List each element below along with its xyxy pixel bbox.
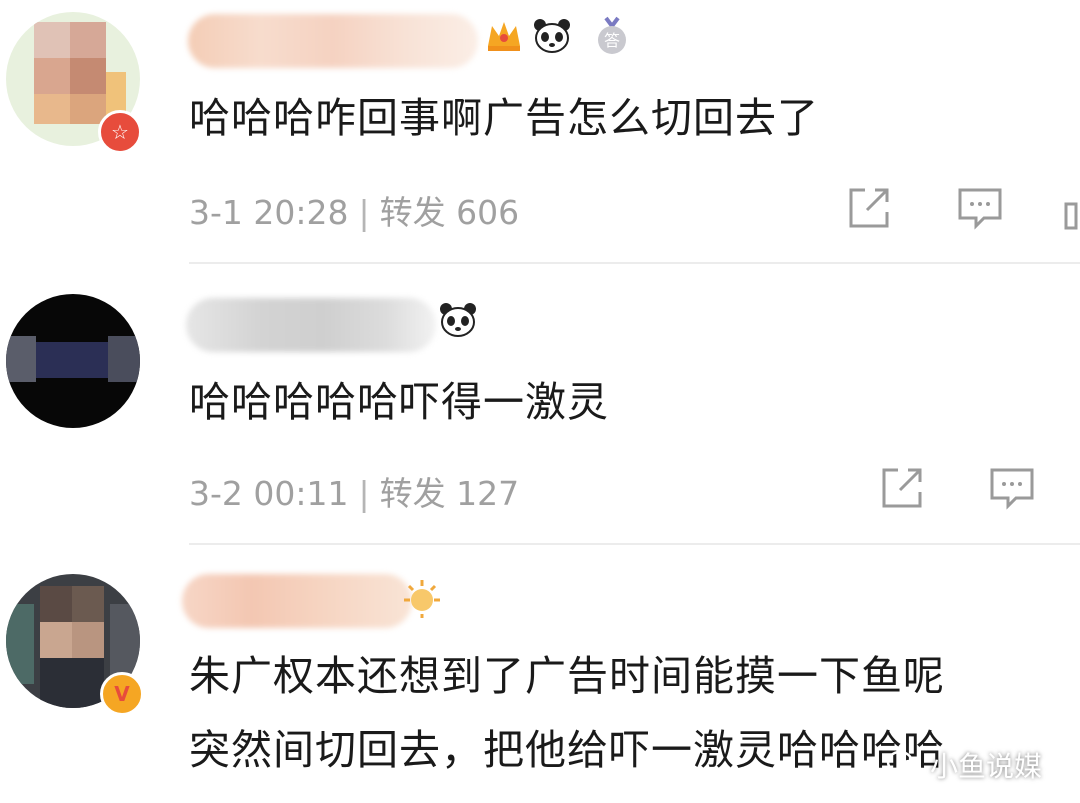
divider — [189, 543, 1080, 545]
username[interactable] — [182, 574, 412, 628]
comment-button[interactable] — [988, 464, 1036, 512]
thumb-up-icon — [1064, 202, 1078, 230]
repost-count: 606 — [456, 193, 520, 232]
watermark: 小鱼说媒 — [886, 745, 1042, 785]
verified-badge-icon: V — [100, 672, 144, 716]
share-icon — [849, 188, 889, 228]
username[interactable] — [188, 14, 478, 68]
like-button[interactable] — [1062, 184, 1080, 232]
watermark-text: 小鱼说媒 — [929, 750, 1042, 783]
repost-label: 转发 — [379, 474, 446, 513]
repost-count: 127 — [456, 474, 520, 513]
comment-item: ☆ 答 哈哈哈咋回事啊广告怎么切回去了 3-1 20:28 | 转发 606 — [0, 0, 1080, 262]
repost-label: 转发 — [379, 193, 446, 232]
star-badge-icon: ☆ — [98, 110, 142, 154]
comment-date: 3-2 00:11 — [189, 474, 349, 513]
panda-icon — [532, 16, 572, 56]
comment-meta: 3-1 20:28 | 转发 606 — [189, 186, 519, 234]
comment-text: 哈哈哈咋回事啊广告怎么切回去了 — [189, 94, 819, 142]
sun-icon — [402, 578, 442, 618]
medal-icon: 答 — [592, 16, 632, 56]
meta-separator: | — [358, 474, 370, 513]
comment-date: 3-1 20:28 — [189, 193, 349, 232]
comment-text-line2: 突然间切回去，把他给吓一激灵哈哈哈哈 — [189, 726, 945, 774]
comment-button[interactable] — [956, 184, 1004, 232]
panda-icon — [438, 300, 478, 340]
medal-char: 答 — [604, 31, 620, 50]
avatar[interactable] — [6, 294, 140, 428]
comment-text: 哈哈哈哈哈吓得一激灵 — [189, 378, 609, 426]
crown-icon — [484, 16, 524, 56]
repost-button[interactable] — [878, 464, 926, 512]
meta-separator: | — [358, 193, 370, 232]
comment-meta: 3-2 00:11 | 转发 127 — [189, 467, 519, 515]
wechat-icon — [886, 750, 922, 779]
share-icon — [882, 468, 922, 508]
comment-icon — [958, 188, 1002, 230]
repost-button[interactable] — [845, 184, 893, 232]
comment-item: 哈哈哈哈哈吓得一激灵 3-2 00:11 | 转发 127 — [0, 264, 1080, 544]
username[interactable] — [186, 298, 436, 352]
comment-text-line1: 朱广权本还想到了广告时间能摸一下鱼呢 — [189, 652, 945, 700]
comment-icon — [990, 468, 1034, 510]
